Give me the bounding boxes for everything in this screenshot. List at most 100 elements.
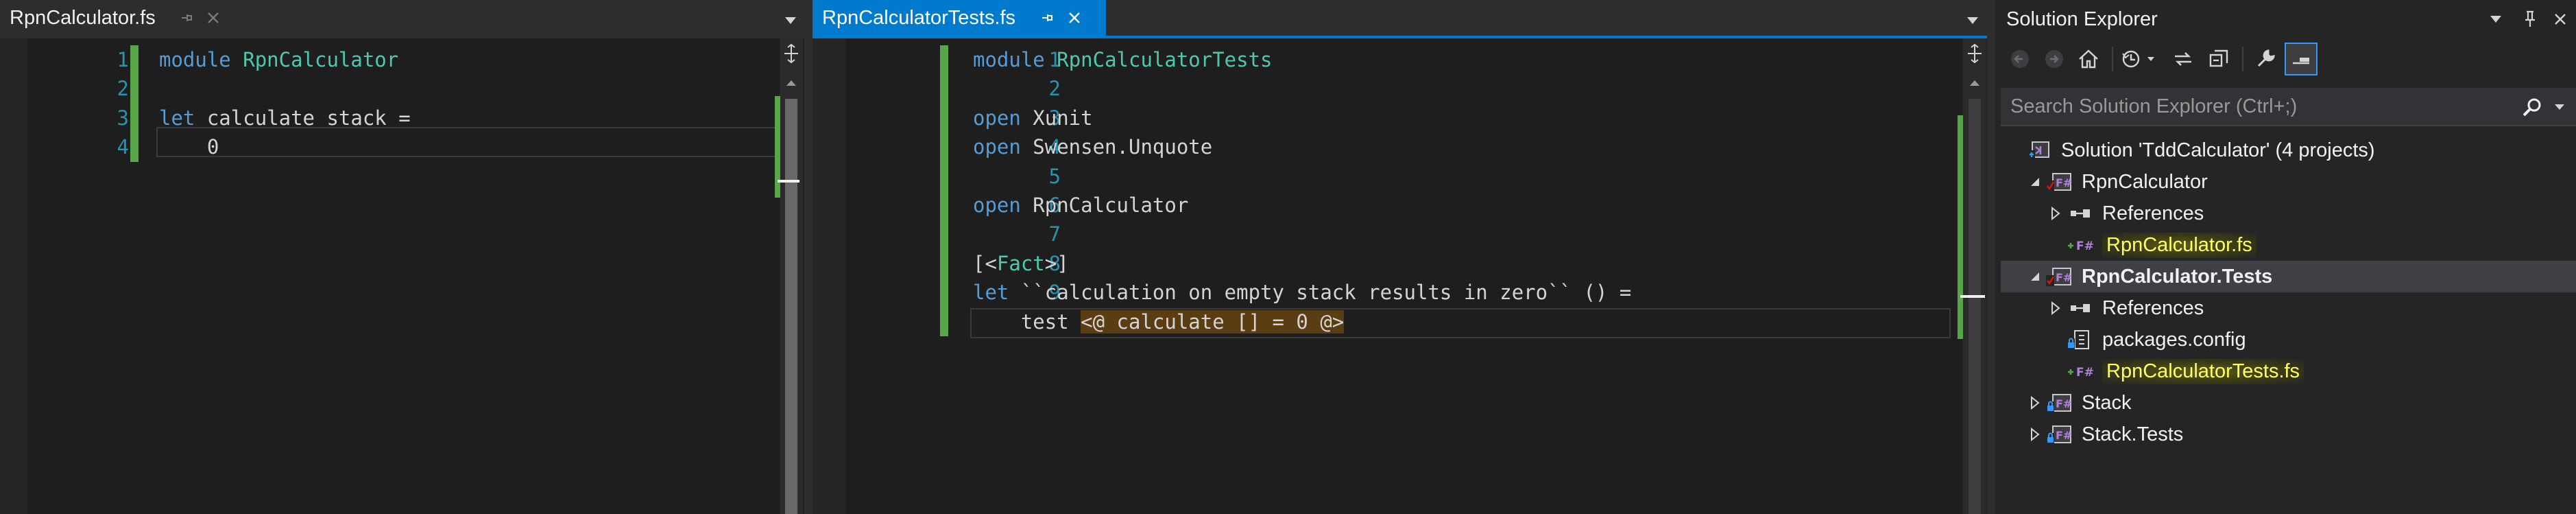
code-line[interactable]: module RpnCalculatorTests xyxy=(973,45,1631,74)
code-line[interactable]: open Swensen.Unquote xyxy=(973,132,1631,161)
tree-node-label: References xyxy=(2102,202,2204,224)
tab-title: RpnCalculatorTests.fs xyxy=(822,6,1016,29)
tree-node[interactable]: Solution 'TddCalculator' (4 projects) xyxy=(2001,135,2576,166)
history-icon[interactable] xyxy=(2117,43,2161,75)
close-icon[interactable] xyxy=(1063,7,1085,29)
tab-list-dropdown[interactable] xyxy=(1962,10,1984,32)
right-editor-pane: RpnCalculatorTests.fs 12345678910 module… xyxy=(812,0,1987,514)
tab-list-dropdown[interactable] xyxy=(780,10,802,32)
fsharp-project-icon: F# xyxy=(2045,422,2075,447)
svg-text:F#: F# xyxy=(2056,429,2072,442)
code-token: RpnCalculatorTests xyxy=(1057,48,1273,71)
fsharp-project-icon: F# xyxy=(2045,390,2075,415)
code-line[interactable] xyxy=(973,220,1631,248)
collapsed-triangle-icon[interactable] xyxy=(2046,299,2065,318)
tree-node[interactable]: F# RpnCalculatorTests.fs xyxy=(2001,355,2576,387)
tree-node[interactable]: F# Stack.Tests xyxy=(2001,419,2576,450)
tree-node[interactable]: F# Stack xyxy=(2001,387,2576,419)
tree-node[interactable]: F# RpnCalculator xyxy=(2001,166,2576,198)
vertical-scrollbar[interactable] xyxy=(1963,38,1986,514)
tab-rpncalculator-fs[interactable]: RpnCalculator.fs xyxy=(0,0,230,36)
scroll-up-arrow-icon[interactable] xyxy=(1963,74,1986,92)
scrollbar-track[interactable] xyxy=(1969,99,1981,514)
split-window-icon[interactable] xyxy=(1963,41,1986,66)
svg-text:F#: F# xyxy=(2056,397,2072,410)
code-line[interactable]: open Xunit xyxy=(973,104,1631,132)
tab-rpncalculatortests-fs[interactable]: RpnCalculatorTests.fs xyxy=(812,0,1106,36)
code-token: open xyxy=(973,106,1021,130)
home-icon[interactable] xyxy=(2072,43,2105,75)
tree-node[interactable]: References xyxy=(2001,198,2576,229)
properties-icon[interactable] xyxy=(2249,43,2282,75)
code-text[interactable]: module RpnCalculator let calculate stack… xyxy=(159,45,411,162)
collapse-all-icon[interactable] xyxy=(2202,43,2235,75)
left-editor-pane: RpnCalculator.fs 1 2 3 4 module RpnCalculat… xyxy=(0,0,804,514)
close-icon[interactable] xyxy=(202,7,224,29)
close-icon[interactable] xyxy=(2549,8,2571,30)
auto-hide-pin-icon[interactable] xyxy=(2519,8,2541,30)
line-number: 3 xyxy=(117,106,129,130)
search-options-dropdown-icon[interactable] xyxy=(2549,96,2571,118)
code-token: RpnCalculator xyxy=(1020,193,1189,217)
tree-node-label: RpnCalculator.Tests xyxy=(2082,265,2273,288)
tree-node-label: Stack xyxy=(2082,391,2132,414)
solution-explorer-panel: Solution Explorer Search Solution Explor… xyxy=(1995,0,2576,514)
preview-icon[interactable] xyxy=(2285,43,2318,75)
svg-text:F#: F# xyxy=(2056,176,2072,189)
left-code-editor[interactable]: 1 2 3 4 module RpnCalculator let calculate … xyxy=(0,38,804,514)
fsharp-project-icon: F# xyxy=(2045,264,2075,289)
search-icon[interactable] xyxy=(2521,96,2543,118)
collapsed-triangle-icon[interactable] xyxy=(2046,204,2065,223)
solution-search-box[interactable] xyxy=(2001,88,2576,126)
right-code-editor[interactable]: 12345678910 module RpnCalculatorTests op… xyxy=(812,38,1987,514)
code-token: [< xyxy=(973,251,997,275)
scroll-caret-marker xyxy=(1960,295,1985,298)
tree-node[interactable]: packages.config xyxy=(2001,324,2576,355)
tree-node[interactable]: F# RpnCalculator.Tests xyxy=(2001,261,2576,292)
scrollbar-thumb[interactable] xyxy=(785,99,797,514)
tree-node[interactable]: References xyxy=(2001,292,2576,324)
code-line[interactable]: [<Fact>] xyxy=(973,249,1631,278)
panel-title: Solution Explorer xyxy=(2006,8,2158,30)
indicator-margin xyxy=(812,38,845,514)
back-icon[interactable] xyxy=(2003,43,2036,75)
tree-node-label: RpnCalculator xyxy=(2082,170,2208,193)
code-token: Fact xyxy=(996,251,1045,275)
expanded-triangle-icon[interactable] xyxy=(2025,172,2045,191)
code-line[interactable]: module RpnCalculator xyxy=(159,45,411,74)
fsharp-file-icon: F# xyxy=(2065,233,2095,257)
code-text[interactable]: module RpnCalculatorTests open Xunit open… xyxy=(973,45,1631,336)
code-line[interactable] xyxy=(973,162,1631,191)
pin-icon[interactable] xyxy=(176,7,197,29)
split-window-icon[interactable] xyxy=(780,41,803,66)
search-input[interactable] xyxy=(2009,94,2519,119)
pane-splitter[interactable] xyxy=(1987,0,1995,514)
code-line[interactable] xyxy=(159,74,411,103)
config-file-icon xyxy=(2065,327,2095,352)
code-token: Swensen.Unquote xyxy=(1020,135,1213,159)
tree-node[interactable]: F# RpnCalculator.fs xyxy=(2001,229,2576,261)
scroll-up-arrow-icon[interactable] xyxy=(780,74,803,92)
code-token: Xunit xyxy=(1020,106,1093,130)
code-line[interactable]: let ``calculation on empty stack results… xyxy=(973,278,1631,307)
pin-icon[interactable] xyxy=(1036,7,1058,29)
code-line[interactable] xyxy=(973,74,1631,103)
pane-splitter[interactable] xyxy=(804,0,812,514)
code-line[interactable]: let calculate stack = xyxy=(159,104,411,132)
forward-icon[interactable] xyxy=(2038,43,2071,75)
code-line[interactable]: 0 xyxy=(159,132,411,161)
code-token: module xyxy=(973,48,1045,71)
vertical-scrollbar[interactable] xyxy=(780,38,803,514)
sync-icon[interactable] xyxy=(2167,43,2200,75)
code-line[interactable]: open RpnCalculator xyxy=(973,191,1631,220)
collapsed-triangle-icon[interactable] xyxy=(2025,425,2045,444)
expanded-triangle-icon[interactable] xyxy=(2025,267,2045,286)
collapsed-triangle-icon[interactable] xyxy=(2025,393,2045,412)
references-icon xyxy=(2065,201,2095,226)
code-line[interactable]: test <@ calculate [] = 0 @> xyxy=(973,307,1631,336)
code-token: module xyxy=(159,48,231,71)
tree-node-label: packages.config xyxy=(2102,328,2246,351)
window-position-dropdown-icon[interactable] xyxy=(2485,8,2507,30)
